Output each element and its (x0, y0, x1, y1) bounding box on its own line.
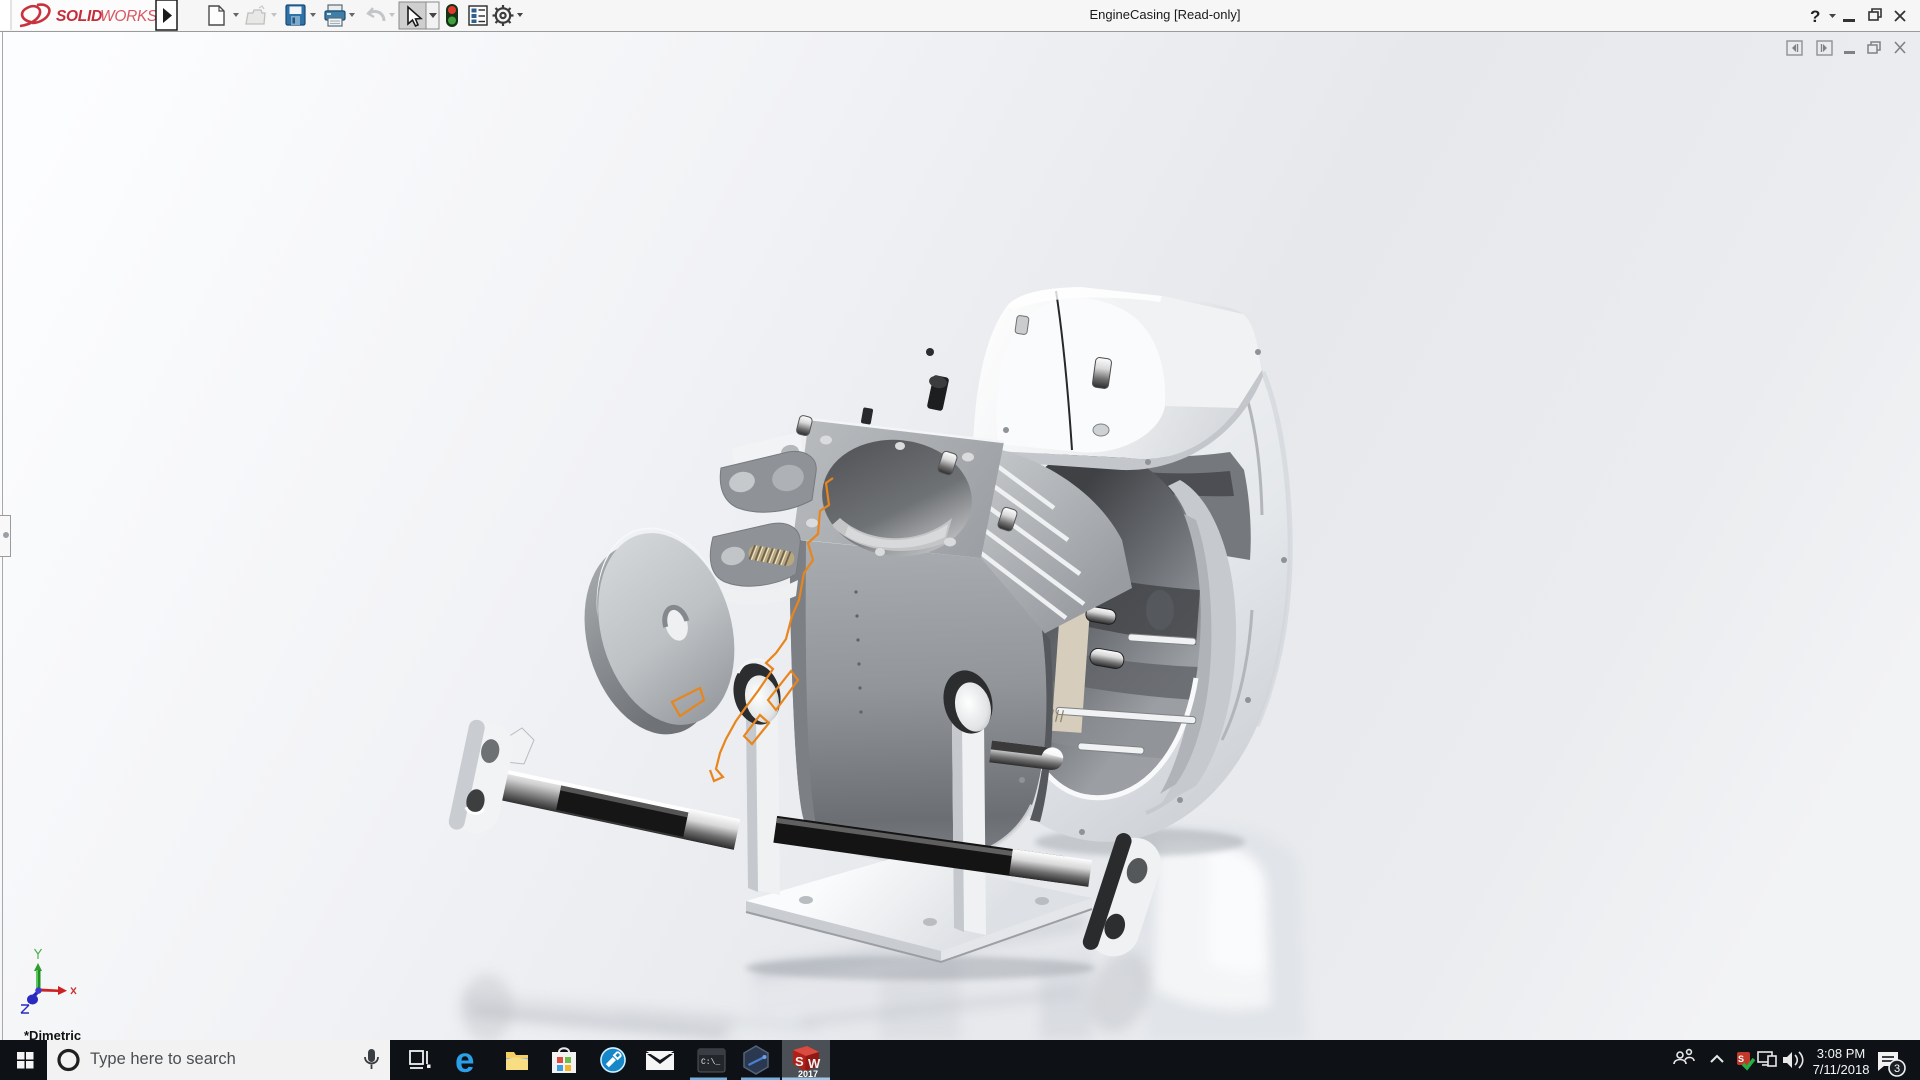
svg-text:S: S (1738, 1054, 1744, 1064)
svg-text:3:08 PM: 3:08 PM (1817, 1046, 1865, 1061)
svg-text:3: 3 (1894, 1063, 1900, 1075)
svg-text:e: e (455, 1041, 474, 1080)
svg-text:7/11/2018: 7/11/2018 (1813, 1062, 1870, 1077)
svg-text:WORKS: WORKS (100, 8, 158, 25)
svg-text:SOLID: SOLID (56, 8, 102, 25)
svg-text:C:\_: C:\_ (701, 1058, 720, 1067)
svg-text:S: S (795, 1054, 804, 1069)
svg-text:?: ? (1810, 7, 1820, 26)
